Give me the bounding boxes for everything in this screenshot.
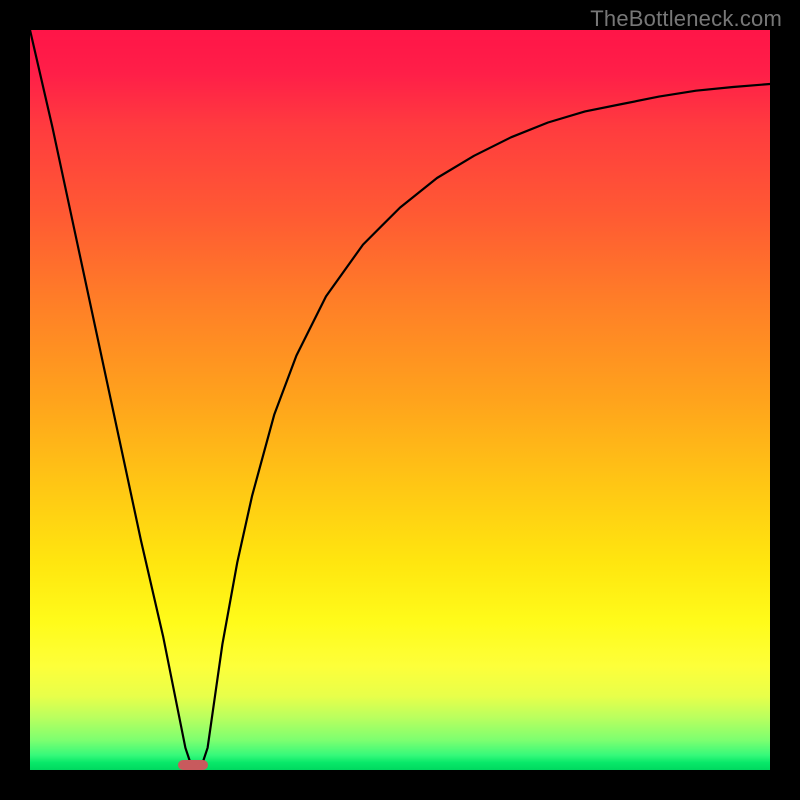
- chart-frame: TheBottleneck.com: [0, 0, 800, 800]
- curve-path: [30, 30, 770, 770]
- curve-svg: [30, 30, 770, 770]
- bottleneck-marker: [178, 760, 208, 770]
- plot-area: [30, 30, 770, 770]
- watermark-text: TheBottleneck.com: [590, 6, 782, 32]
